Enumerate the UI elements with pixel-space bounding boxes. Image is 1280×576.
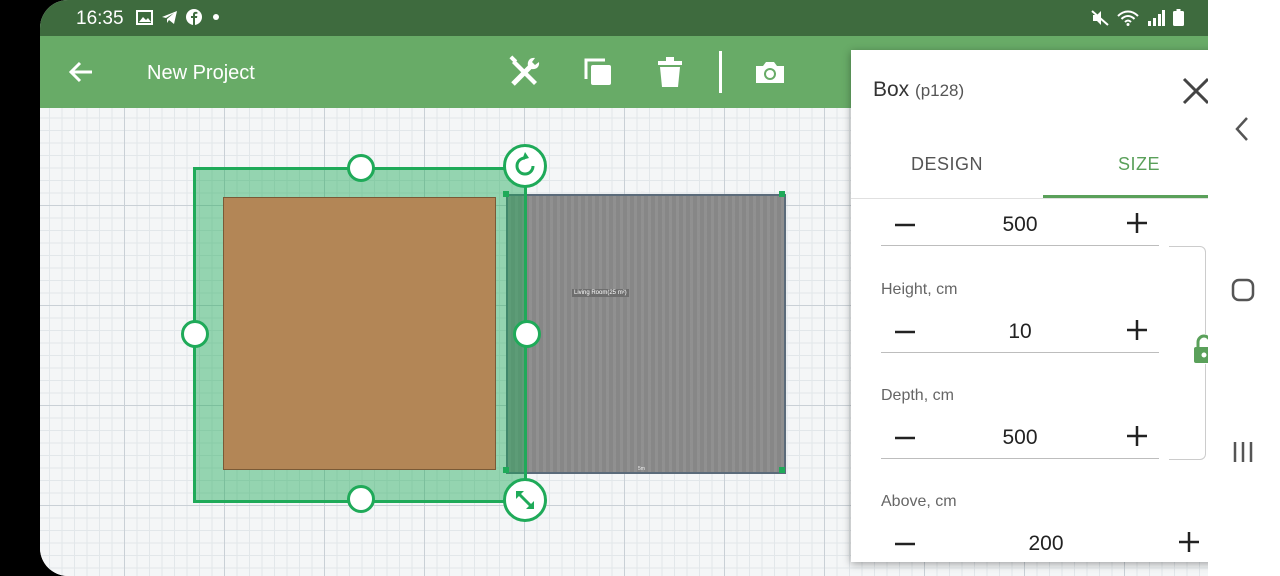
rotate-handle[interactable] <box>503 144 547 188</box>
plus-icon[interactable] <box>1125 424 1149 448</box>
depth-label: Depth, cm <box>881 387 954 404</box>
bottom-resize-handle[interactable] <box>347 485 375 513</box>
facebook-icon <box>186 9 202 25</box>
back-nav-icon[interactable] <box>1234 116 1250 142</box>
delete-button[interactable] <box>652 54 688 90</box>
width-stepper: 500 <box>881 203 1159 246</box>
object-name: Box <box>873 78 910 101</box>
tools-button[interactable] <box>507 54 543 90</box>
arrow-back-icon <box>68 61 92 83</box>
copy-icon <box>584 58 611 85</box>
camera-icon <box>756 62 784 83</box>
above-stepper: 200 <box>881 522 1208 562</box>
battery-icon <box>1173 9 1184 26</box>
room-dim-bottom: 5m <box>638 466 645 472</box>
recents-nav-icon[interactable] <box>1232 440 1254 464</box>
close-icon <box>1182 77 1208 105</box>
mute-icon <box>1091 9 1109 26</box>
above-label: Above, cm <box>881 493 957 510</box>
height-stepper: 10 <box>881 310 1159 353</box>
floor-corner-handle[interactable] <box>779 467 785 473</box>
status-time: 16:35 <box>76 8 124 29</box>
close-panel-button[interactable] <box>1181 76 1208 106</box>
plus-icon[interactable] <box>1177 530 1201 554</box>
project-title: New Project <box>147 62 255 84</box>
notification-dot-icon <box>213 14 219 20</box>
home-nav-icon[interactable] <box>1231 278 1255 302</box>
system-nav-bar <box>1208 0 1280 576</box>
toolbar-separator <box>719 51 722 93</box>
width-value[interactable]: 500 <box>881 213 1159 237</box>
properties-panel: Box (p128) DESIGN SIZE 500 Height, cm 10… <box>851 50 1208 562</box>
duplicate-button[interactable] <box>580 54 616 90</box>
right-resize-handle[interactable] <box>513 320 541 348</box>
height-label: Height, cm <box>881 281 958 298</box>
diagonal-resize-icon <box>516 491 534 509</box>
floor-corner-handle[interactable] <box>779 191 785 197</box>
signal-icon <box>1148 9 1165 26</box>
tools-icon <box>509 55 540 86</box>
plus-icon[interactable] <box>1125 318 1149 342</box>
room-floor[interactable] <box>506 194 786 474</box>
wifi-icon <box>1117 10 1139 26</box>
above-value[interactable]: 200 <box>881 532 1208 556</box>
depth-stepper: 500 <box>881 416 1159 459</box>
trash-icon <box>658 57 682 87</box>
object-id: (p128) <box>915 81 965 100</box>
rotate-icon <box>515 152 535 176</box>
depth-value[interactable]: 500 <box>881 426 1159 450</box>
height-value[interactable]: 10 <box>881 320 1159 344</box>
camera-button[interactable] <box>752 54 788 90</box>
lock-icon[interactable] <box>1193 334 1208 364</box>
room-label: Living Room(25 m²) <box>572 289 629 297</box>
tab-divider <box>851 198 1208 199</box>
room-dim-top: 5m <box>638 190 645 196</box>
back-button[interactable] <box>63 54 99 90</box>
tab-size[interactable]: SIZE <box>1043 154 1208 175</box>
plus-icon[interactable] <box>1125 211 1149 235</box>
panel-title: Box (p128) <box>873 78 964 102</box>
tab-design[interactable]: DESIGN <box>851 154 1043 175</box>
box-object[interactable] <box>223 197 496 470</box>
left-resize-handle[interactable] <box>181 320 209 348</box>
app-screen: 16:35 New Project 5m 5m Living Room(25 m… <box>40 0 1208 576</box>
top-resize-handle[interactable] <box>347 154 375 182</box>
telegram-icon <box>162 10 177 24</box>
status-bar: 16:35 <box>40 0 1208 36</box>
active-tab-indicator <box>1043 195 1208 198</box>
bracket-gap <box>1165 348 1173 354</box>
gallery-icon <box>136 9 153 25</box>
scale-handle[interactable] <box>503 478 547 522</box>
